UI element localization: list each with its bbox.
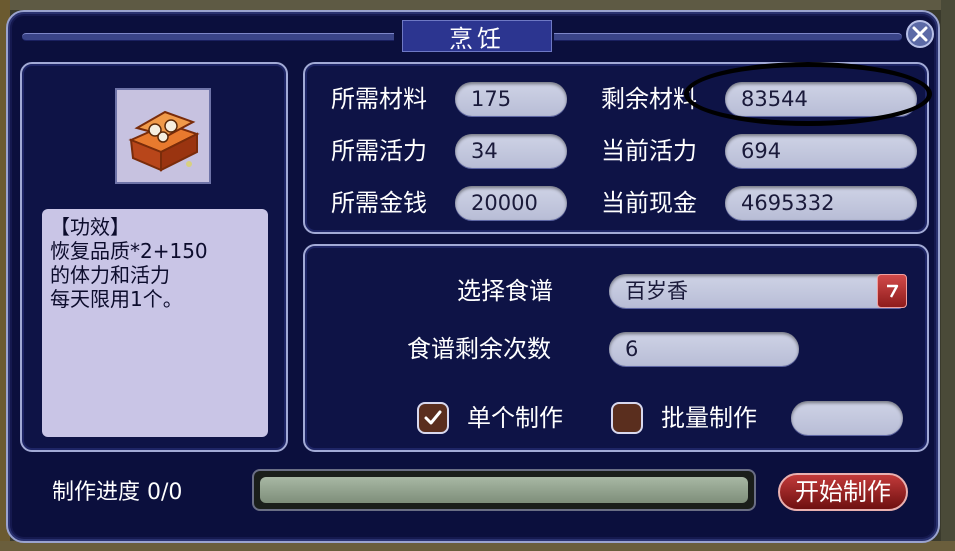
batch-quantity-input[interactable]	[791, 401, 903, 435]
current-energy-value: 694	[725, 134, 917, 168]
checkmark-icon	[424, 410, 442, 425]
title-bar[interactable]: 烹饪	[22, 20, 902, 53]
start-crafting-button[interactable]: 开始制作	[778, 473, 908, 511]
progress-bar	[252, 469, 756, 511]
progress-bar-fill	[260, 477, 748, 503]
close-button[interactable]	[906, 20, 934, 48]
required-material-value: 175	[455, 82, 567, 116]
required-energy-label: 所需活力	[331, 137, 427, 165]
batch-craft-checkbox[interactable]	[611, 402, 643, 434]
recipe-select-label: 选择食谱	[457, 277, 553, 305]
recipe-panel: 选择食谱 百岁香 食谱剩余次数 6 单个制作 批量制作	[303, 244, 929, 452]
title-ornament-right	[554, 33, 902, 41]
single-craft-label: 单个制作	[467, 404, 563, 432]
item-panel: 【功效】 恢复品质*2+150 的体力和活力 每天限用1个。	[20, 62, 288, 452]
current-energy-label: 当前活力	[601, 137, 697, 165]
progress-label: 制作进度 0/0	[52, 478, 182, 508]
effect-line: 【功效】	[50, 215, 130, 239]
stats-panel: 所需材料 175 剩余材料 83544 所需活力 34 当前活力 694 所需金…	[303, 62, 929, 234]
required-energy-value: 34	[455, 134, 567, 168]
progress-value: 0/0	[147, 480, 183, 505]
recipe-remaining-value: 6	[609, 332, 799, 366]
remaining-material-label: 剩余材料	[601, 85, 697, 113]
cooking-window: 烹饪 【功效】 恢复品质*2+150 的体力和活力 每天限用1个。 所需材料 1…	[6, 10, 940, 543]
required-money-label: 所需金钱	[331, 189, 427, 217]
window-title: 烹饪	[402, 20, 552, 53]
batch-craft-label: 批量制作	[661, 404, 757, 432]
background-scene-top	[0, 0, 955, 10]
effect-line: 恢复品质*2+150	[50, 239, 208, 263]
background-scene-right	[941, 0, 955, 551]
recipe-dropdown-button[interactable]	[877, 274, 907, 308]
single-craft-checkbox[interactable]	[417, 402, 449, 434]
remaining-material-value: 83544	[725, 82, 917, 116]
recipe-select[interactable]: 百岁香	[609, 274, 903, 308]
required-money-value: 20000	[455, 186, 567, 220]
recipe-remaining-label: 食谱剩余次数	[407, 335, 551, 363]
effect-description: 【功效】 恢复品质*2+150 的体力和活力 每天限用1个。	[42, 209, 268, 437]
chevron-down-icon	[887, 284, 899, 298]
title-ornament-left	[22, 33, 394, 41]
effect-line: 的体力和活力	[50, 263, 170, 287]
current-cash-label: 当前现金	[601, 189, 697, 217]
effect-line: 每天限用1个。	[50, 287, 183, 311]
current-cash-value: 4695332	[725, 186, 917, 220]
close-icon	[912, 26, 928, 42]
progress-label-text: 制作进度	[52, 480, 141, 505]
required-material-label: 所需材料	[331, 85, 427, 113]
treasure-chest-icon	[115, 88, 211, 184]
